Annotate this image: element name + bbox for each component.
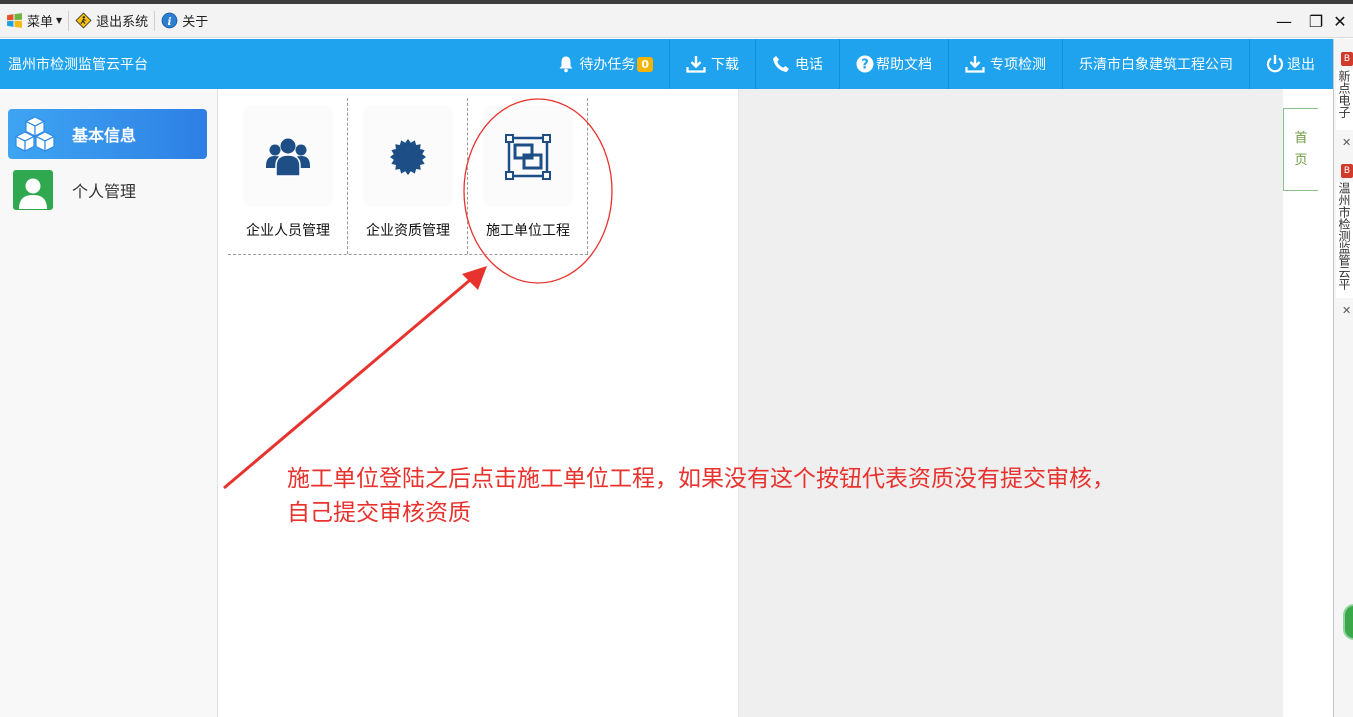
annotation-line-1: 施工单位登陆之后点击施工单位工程，如果没有这个按钮代表资质没有提交审核， [287, 466, 1115, 492]
rail-tab-close-icon[interactable]: ✕ [1342, 136, 1351, 149]
annotation-line-2: 自己提交审核资质 [287, 500, 471, 526]
rail-tab-wenzhou[interactable]: 温州市检测监管云平 [1336, 182, 1353, 298]
annotation-arrow-line [223, 273, 477, 490]
rail-tab-close-icon[interactable]: ✕ [1342, 304, 1351, 317]
rail-tab-badge: B [1341, 52, 1353, 66]
rail-tab-xindian[interactable]: 新点电子 [1336, 70, 1353, 130]
home-tab[interactable]: 首 页 [1283, 108, 1318, 191]
rail-tab-label: 新点电子 [1337, 70, 1351, 118]
rail-tab-badge: B [1341, 164, 1353, 178]
home-tab-char: 页 [1294, 152, 1308, 168]
rail-tab-label: 温州市检测监管云平 [1337, 182, 1351, 290]
home-tab-char: 首 [1294, 130, 1308, 146]
highlight-circle [463, 98, 613, 284]
annotation-overlay [223, 98, 613, 490]
floating-assistant-button[interactable] [1343, 604, 1353, 640]
annotation-text: 施工单位登陆之后点击施工单位工程，如果没有这个按钮代表资质没有提交审核， 自己提… [287, 462, 1267, 530]
annotation-arrow-head [462, 266, 487, 290]
